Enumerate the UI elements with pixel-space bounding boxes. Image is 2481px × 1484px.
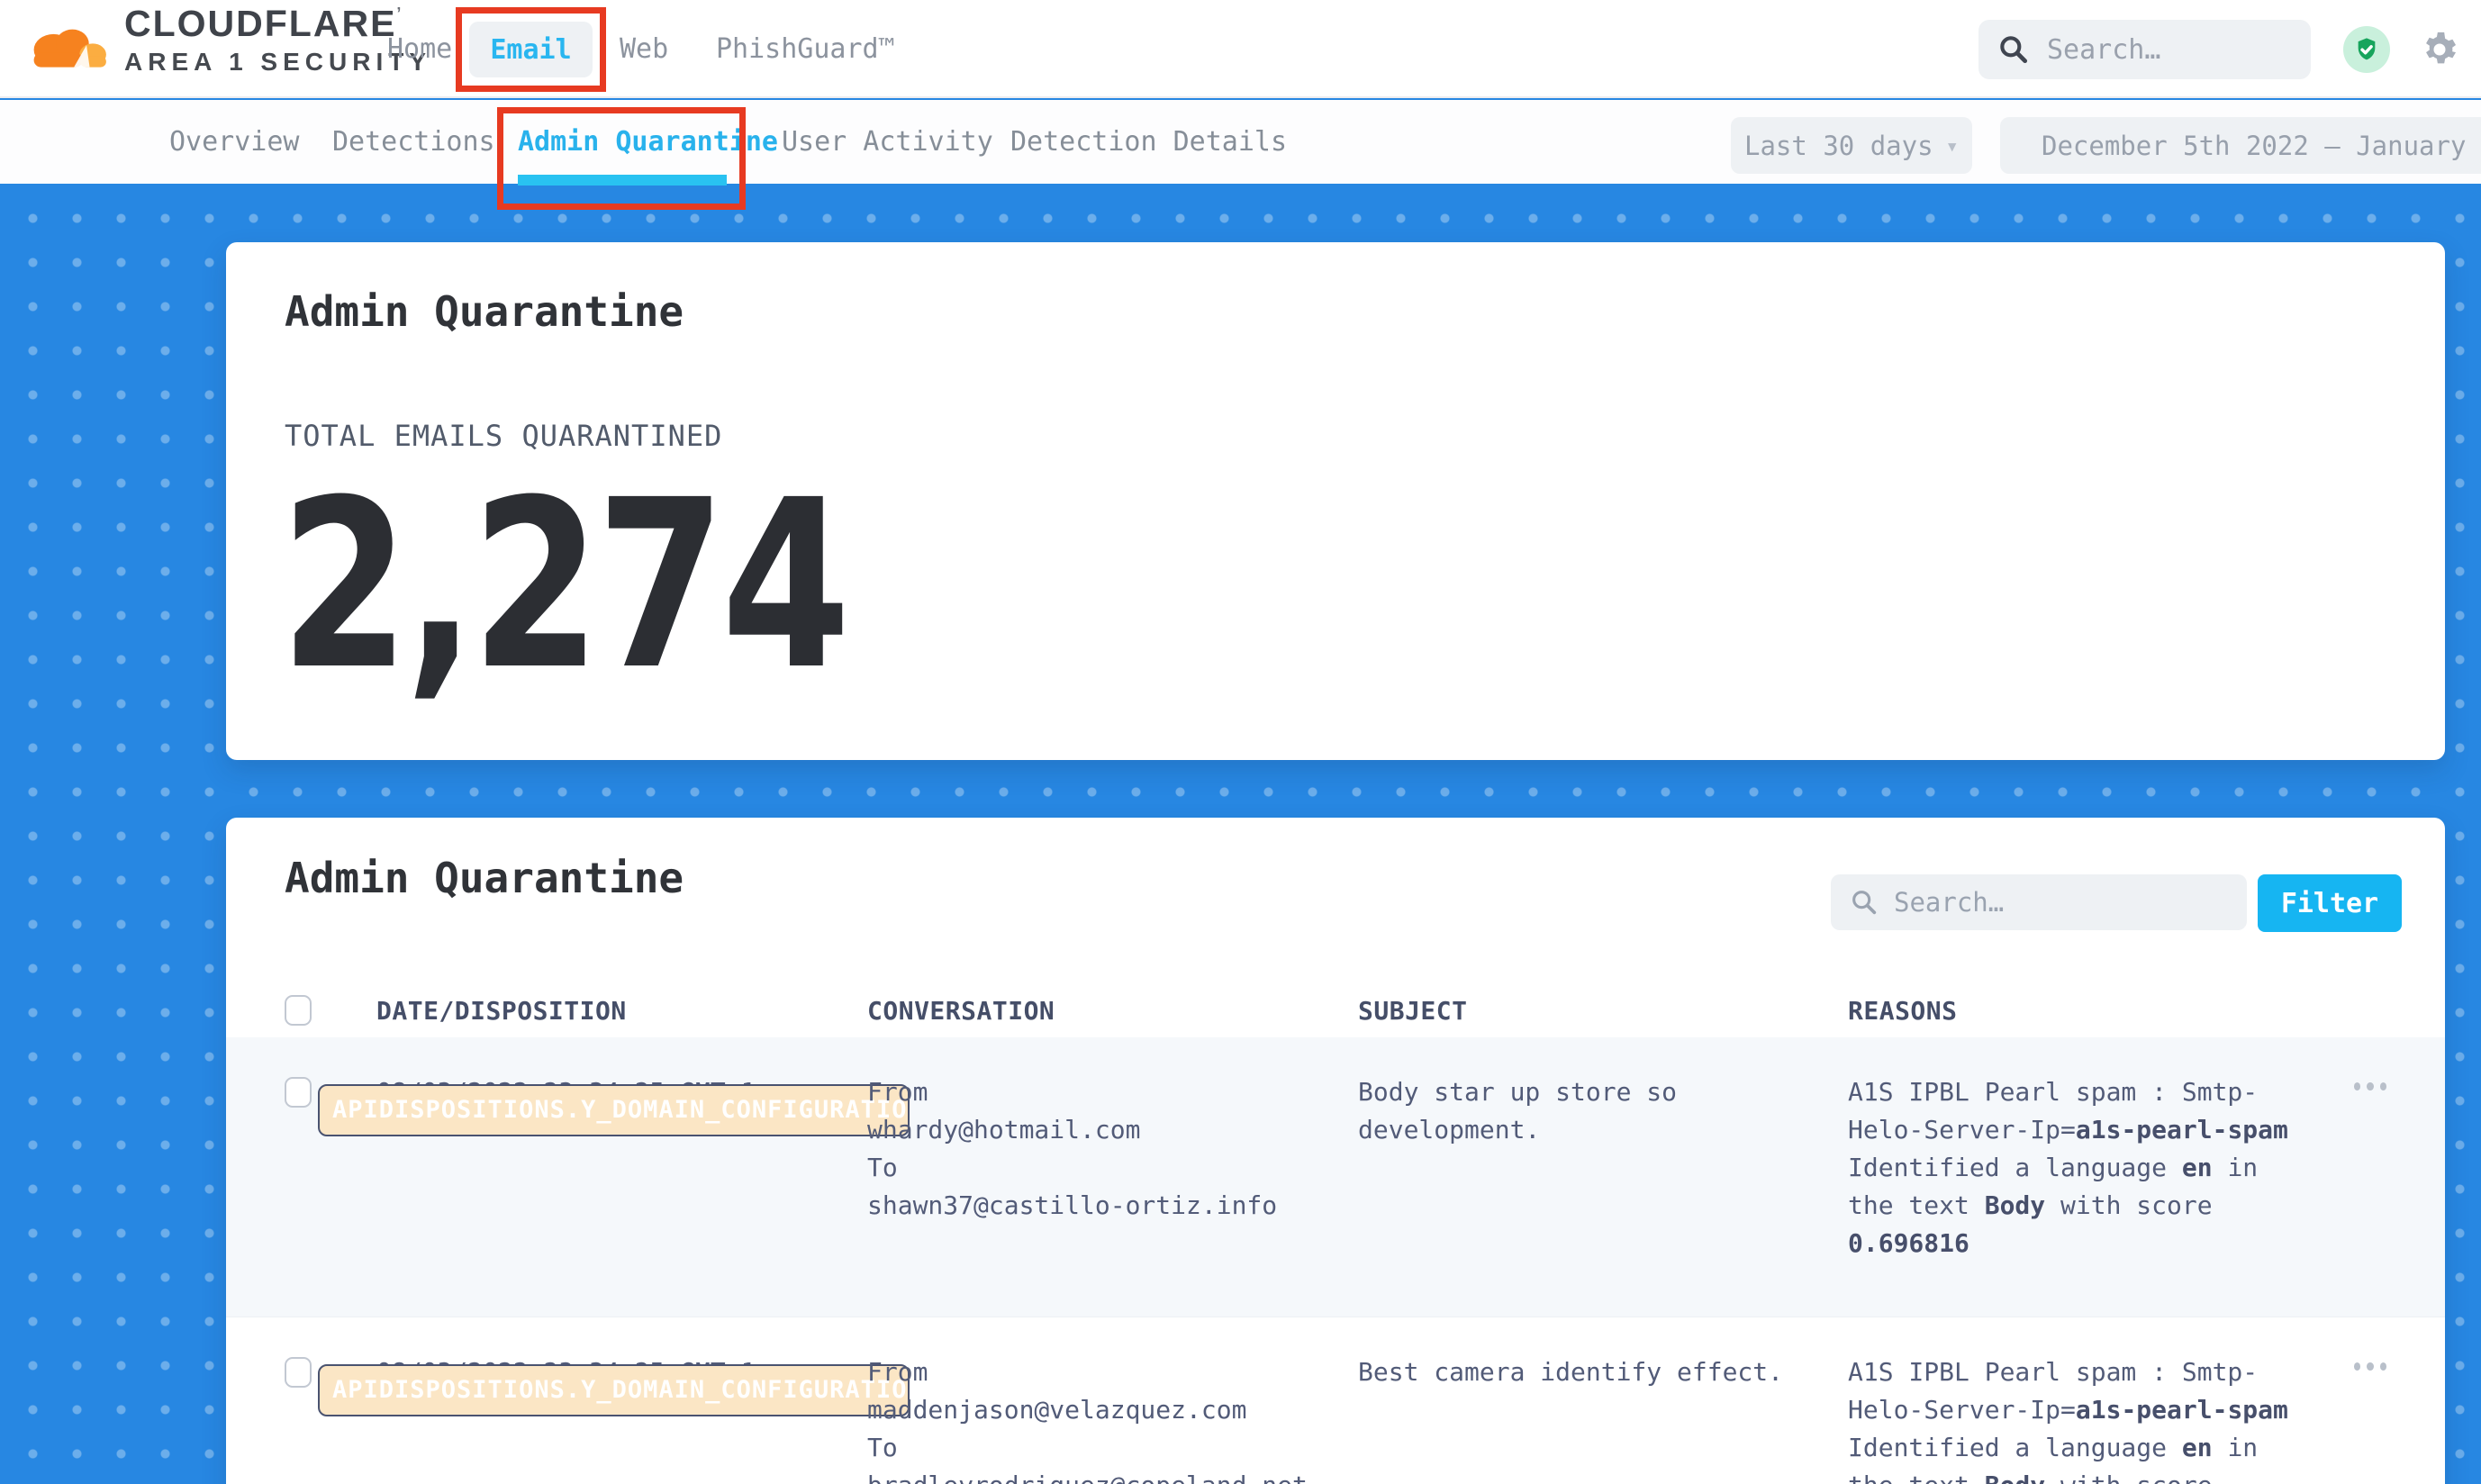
row-subject: Best camera identify effect.: [1358, 1353, 1848, 1484]
cloudflare-cloud-icon: [25, 19, 112, 73]
topnav-item-web[interactable]: Web: [620, 0, 668, 98]
search-icon: [1997, 32, 2031, 67]
cloudflare-logo[interactable]: CLOUDFLARE’ AREA 1 SECURITY: [25, 5, 431, 77]
metric-value: 2,274: [280, 469, 847, 701]
topnav-item-phishguard[interactable]: PhishGuard™: [716, 0, 895, 98]
table-search: [1831, 874, 2247, 930]
filter-button[interactable]: Filter: [2258, 874, 2402, 932]
security-status-badge[interactable]: [2343, 26, 2390, 73]
topnav-item-home[interactable]: Home: [387, 0, 452, 98]
column-header-date-disposition: DATE/DISPOSITION: [376, 996, 867, 1026]
metric-label: TOTAL EMAILS QUARANTINED: [285, 419, 722, 453]
search-icon: [1849, 887, 1879, 918]
brand-text: CLOUDFLARE’ AREA 1 SECURITY: [124, 5, 431, 77]
row-subject: Body star up store so development.: [1358, 1073, 1848, 1262]
row-checkbox[interactable]: [285, 1077, 312, 1108]
global-search: [1978, 20, 2311, 79]
table-card-title: Admin Quarantine: [285, 854, 684, 902]
quarantine-summary-card: Admin Quarantine TOTAL EMAILS QUARANTINE…: [226, 242, 2445, 760]
brand-name: CLOUDFLARE’: [124, 5, 431, 42]
select-all-checkbox[interactable]: [285, 995, 312, 1026]
row-checkbox[interactable]: [285, 1357, 312, 1388]
disposition-badge: APIDISPOSITIONS.Y_DOMAIN_CONFIGURATION: [318, 1084, 910, 1136]
quarantine-table-card: Admin Quarantine Filter DATE/DISPOSITION…: [226, 818, 2445, 1484]
chevron-down-icon: ▾: [1946, 133, 1959, 158]
shield-check-icon: [2352, 35, 2381, 64]
topnav-item-email[interactable]: Email: [469, 22, 593, 77]
table-row: 08/03/2022 23:34:25 GMT+1 Frommaddenjaso…: [226, 1317, 2445, 1484]
tab-overview[interactable]: Overview: [169, 100, 300, 184]
tab-admin-quarantine[interactable]: Admin Quarantine: [518, 100, 778, 184]
gear-icon[interactable]: [2419, 29, 2460, 70]
summary-card-title: Admin Quarantine: [285, 287, 684, 336]
global-search-input[interactable]: [2047, 34, 2281, 66]
table-header-row: DATE/DISPOSITIONCONVERSATIONSUBJECTREASO…: [285, 983, 2386, 1037]
date-range-text: December 5th 2022 — January 4th 2023: [2042, 131, 2481, 161]
tab-user-activity[interactable]: User Activity: [782, 100, 993, 184]
table-row: 08/03/2022 23:34:25 GMT+1 Fromwhardy@hot…: [226, 1037, 2445, 1317]
table-body: 08/03/2022 23:34:25 GMT+1 Fromwhardy@hot…: [226, 1037, 2445, 1484]
table-search-input[interactable]: [1894, 887, 2191, 918]
row-conversation: Fromwhardy@hotmail.comToshawn37@castillo…: [867, 1073, 1358, 1262]
disposition-badge: APIDISPOSITIONS.Y_DOMAIN_CONFIGURATION: [318, 1364, 910, 1416]
time-range-selector[interactable]: Last 30 days ▾: [1731, 117, 1972, 174]
top-navigation-bar: CLOUDFLARE’ AREA 1 SECURITY Home Email W…: [0, 0, 2481, 98]
brand-subtitle: AREA 1 SECURITY: [124, 48, 431, 77]
tab-detection-details[interactable]: Detection Details: [1010, 100, 1287, 184]
area1-dashboard: CLOUDFLARE’ AREA 1 SECURITY Home Email W…: [0, 0, 2481, 1484]
column-header-conversation: CONVERSATION: [867, 996, 1358, 1026]
column-header-reasons: REASONS: [1848, 996, 2309, 1026]
email-section-tabs: Overview Detections Admin Quarantine Use…: [0, 100, 2481, 184]
row-reasons: A1S IPBL Pearl spam : Smtp-Helo-Server-I…: [1848, 1353, 2309, 1484]
row-actions-ellipsis-icon[interactable]: [2354, 1362, 2386, 1371]
row-actions-ellipsis-icon[interactable]: [2354, 1082, 2386, 1090]
date-range-display[interactable]: December 5th 2022 — January 4th 2023: [2000, 117, 2481, 174]
row-conversation: Frommaddenjason@velazquez.comTobradleyro…: [867, 1353, 1358, 1484]
active-tab-underline: [518, 175, 727, 186]
row-reasons: A1S IPBL Pearl spam : Smtp-Helo-Server-I…: [1848, 1073, 2309, 1262]
column-header-subject: SUBJECT: [1358, 996, 1848, 1026]
tab-detections[interactable]: Detections: [332, 100, 495, 184]
time-range-label: Last 30 days: [1744, 131, 1933, 161]
